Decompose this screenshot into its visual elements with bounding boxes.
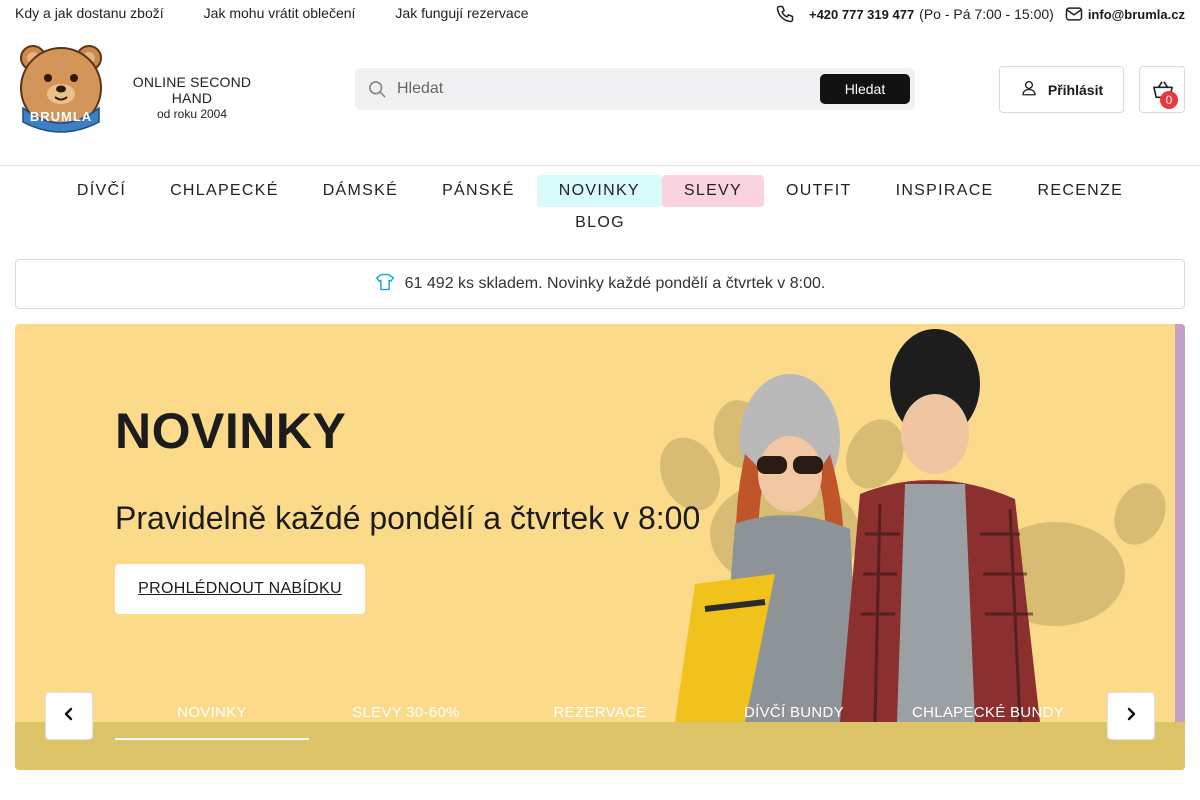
tshirt-icon bbox=[375, 273, 395, 296]
cart-button[interactable]: 0 bbox=[1139, 66, 1185, 113]
main-nav-row-2: BLOG bbox=[0, 207, 1200, 239]
phone-hours: (Po - Pá 7:00 - 15:00) bbox=[919, 6, 1054, 22]
slide-tab-divci-bundy[interactable]: DÍVČÍ BUNDY bbox=[697, 704, 891, 740]
link-reservations-info[interactable]: Jak fungují rezervace bbox=[395, 5, 528, 21]
stock-info-bar: 61 492 ks skladem. Novinky každé pondělí… bbox=[15, 259, 1185, 309]
cart-count-badge: 0 bbox=[1160, 91, 1178, 109]
nav-item-inspirace[interactable]: INSPIRACE bbox=[874, 175, 1016, 207]
link-returns-info[interactable]: Jak mohu vrátit oblečení bbox=[204, 5, 356, 21]
slide-tabs: NOVINKY SLEVY 30-60% REZERVACE DÍVČÍ BUN… bbox=[115, 704, 1085, 740]
hero-subtitle: Pravidelně každé pondělí a čtvrtek v 8:0… bbox=[115, 500, 701, 536]
hero-kids-photo bbox=[659, 329, 1166, 722]
tagline-main: ONLINE SECOND HAND bbox=[132, 74, 252, 106]
search-bar: Hledat bbox=[355, 68, 915, 110]
envelope-icon bbox=[1064, 4, 1084, 24]
search-input[interactable] bbox=[397, 74, 807, 104]
phone-number[interactable]: +420 777 319 477 bbox=[809, 7, 914, 22]
email-link[interactable]: info@brumla.cz bbox=[1088, 7, 1185, 22]
main-nav: DÍVČÍ CHLAPECKÉ DÁMSKÉ PÁNSKÉ NOVINKY SL… bbox=[0, 175, 1200, 239]
login-label: Přihlásit bbox=[1047, 81, 1104, 98]
phone-icon bbox=[775, 4, 795, 24]
next-slide-peek bbox=[1175, 324, 1185, 770]
chevron-left-icon bbox=[63, 707, 75, 726]
next-slide-button[interactable] bbox=[1107, 692, 1155, 740]
hero-title: NOVINKY bbox=[115, 403, 347, 459]
hero-banner: NOVINKY Pravidelně každé pondělí a čtvrt… bbox=[15, 324, 1185, 770]
slide-tab-novinky[interactable]: NOVINKY bbox=[115, 704, 309, 740]
search-icon bbox=[367, 79, 387, 99]
nav-item-divci[interactable]: DÍVČÍ bbox=[55, 175, 148, 207]
user-icon bbox=[1020, 79, 1038, 100]
slide-tab-slevy[interactable]: SLEVY 30-60% bbox=[309, 704, 503, 740]
nav-item-blog[interactable]: BLOG bbox=[553, 207, 647, 239]
main-nav-row: DÍVČÍ CHLAPECKÉ DÁMSKÉ PÁNSKÉ NOVINKY SL… bbox=[0, 175, 1200, 207]
nav-item-novinky[interactable]: NOVINKY bbox=[536, 175, 662, 207]
nav-item-panske[interactable]: PÁNSKÉ bbox=[420, 175, 537, 207]
slide-tab-rezervace[interactable]: REZERVACE bbox=[503, 704, 697, 740]
logo-wordmark: BRUMLA bbox=[29, 109, 93, 124]
tagline-since: od roku 2004 bbox=[156, 107, 228, 121]
search-button[interactable]: Hledat bbox=[820, 74, 910, 104]
top-info-bar: Kdy a jak dostanu zboží Jak mohu vrátit … bbox=[0, 0, 1200, 28]
nav-item-chlapecke[interactable]: CHLAPECKÉ bbox=[148, 175, 301, 207]
nav-item-slevy[interactable]: SLEVY bbox=[661, 175, 764, 207]
nav-item-outfit[interactable]: OUTFIT bbox=[764, 175, 874, 207]
chevron-right-icon bbox=[1125, 707, 1137, 726]
link-delivery-info[interactable]: Kdy a jak dostanu zboží bbox=[15, 5, 164, 21]
stock-text: 61 492 ks skladem. Novinky každé pondělí… bbox=[404, 275, 826, 292]
slide-tab-chlapecke-bundy[interactable]: CHLAPECKÉ BUNDY bbox=[891, 704, 1085, 740]
logo-tagline: ONLINE SECOND HAND od roku 2004 bbox=[112, 74, 272, 121]
nav-item-damske[interactable]: DÁMSKÉ bbox=[301, 175, 420, 207]
browse-offer-button[interactable]: PROHLÉDNOUT NABÍDKU bbox=[115, 564, 365, 614]
header-divider bbox=[0, 165, 1200, 166]
login-button[interactable]: Přihlásit bbox=[999, 66, 1124, 113]
prev-slide-button[interactable] bbox=[45, 692, 93, 740]
nav-item-recenze[interactable]: RECENZE bbox=[1016, 175, 1146, 207]
contact-info: +420 777 319 477 (Po - Pá 7:00 - 15:00) … bbox=[775, 4, 1185, 24]
brumla-logo[interactable]: BRUMLA bbox=[15, 42, 107, 134]
top-links: Kdy a jak dostanu zboží Jak mohu vrátit … bbox=[15, 5, 528, 21]
